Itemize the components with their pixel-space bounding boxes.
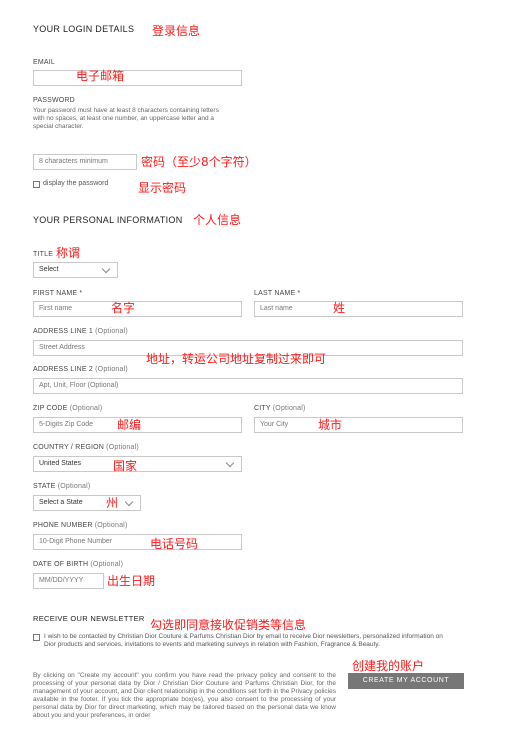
phone-field[interactable]: 10-Digit Phone Number <box>33 534 242 550</box>
address2-field[interactable]: Apt, Unit, Floor (Optional) <box>33 378 463 394</box>
newsletter-consent-text: I wish to be contacted by Christian Dior… <box>44 633 443 648</box>
show-password-label: display the password <box>43 180 109 187</box>
first-name-field[interactable]: First name <box>33 301 242 317</box>
email-note: 电子邮箱 <box>76 69 125 83</box>
show-password-checkbox[interactable] <box>33 181 40 188</box>
privacy-disclaimer: By clicking on "Create my account" you c… <box>33 672 336 719</box>
country-label: COUNTRY / REGION (Optional) <box>33 444 139 451</box>
create-account-note: 创建我的账户 <box>352 659 425 673</box>
last-name-field[interactable]: Last name <box>254 301 463 317</box>
dob-note: 出生日期 <box>107 574 156 588</box>
title-label: TITLE <box>33 251 54 258</box>
email-label: EMAIL <box>33 59 56 66</box>
dob-field[interactable]: MM/DD/YYYY <box>33 573 104 589</box>
address2-label: ADDRESS LINE 2 (Optional) <box>33 366 128 373</box>
personal-section-note: 个人信息 <box>193 213 242 227</box>
last-name-note: 姓 <box>333 301 346 315</box>
state-note: 州 <box>106 496 119 510</box>
chevron-down-icon <box>225 458 235 468</box>
country-select-value: United States <box>39 460 82 467</box>
password-note: 密码（至少8个字符） <box>141 155 257 169</box>
newsletter-note: 勾选即同意接收促销类等信息 <box>150 618 307 632</box>
phone-note: 电话号码 <box>150 537 199 551</box>
personal-section-title: YOUR PERSONAL INFORMATION <box>33 215 183 225</box>
show-password-note: 显示密码 <box>138 181 187 195</box>
title-note: 称谓 <box>56 246 81 260</box>
newsletter-section-title: RECEIVE OUR NEWSLETTER <box>33 614 145 623</box>
password-label: PASSWORD <box>33 97 75 104</box>
newsletter-consent-checkbox[interactable] <box>33 634 40 641</box>
city-note: 城市 <box>318 418 343 432</box>
country-note: 国家 <box>113 459 138 473</box>
chevron-down-icon <box>101 264 111 274</box>
first-name-note: 名字 <box>111 301 136 315</box>
login-section-note: 登录信息 <box>152 24 201 38</box>
zip-label: ZIP CODE (Optional) <box>33 405 103 412</box>
title-select[interactable]: Select <box>33 262 118 278</box>
country-select[interactable]: United States <box>33 456 242 472</box>
address-note: 地址，转运公司地址复制过来即可 <box>146 352 327 366</box>
title-select-value: Select <box>39 266 59 273</box>
chevron-down-icon <box>124 497 134 507</box>
state-select[interactable]: Select a State <box>33 495 141 511</box>
password-help-text: Your password must have at least 8 chara… <box>33 107 219 130</box>
password-field[interactable]: 8 characters minimum <box>33 154 137 170</box>
city-field[interactable]: Your City <box>254 417 463 433</box>
login-section-title: YOUR LOGIN DETAILS <box>33 24 135 34</box>
city-label: CITY (Optional) <box>254 405 306 412</box>
email-field[interactable] <box>33 70 242 86</box>
first-name-label: FIRST NAME * <box>33 290 83 297</box>
phone-label: PHONE NUMBER (Optional) <box>33 522 128 529</box>
create-account-button[interactable]: CREATE MY ACCOUNT <box>348 673 464 689</box>
dob-label: DATE OF BIRTH (Optional) <box>33 561 124 568</box>
state-label: STATE (Optional) <box>33 483 91 490</box>
address1-label: ADDRESS LINE 1 (Optional) <box>33 328 128 335</box>
state-select-value: Select a State <box>39 499 83 506</box>
last-name-label: LAST NAME * <box>254 290 301 297</box>
zip-note: 邮编 <box>117 418 142 432</box>
